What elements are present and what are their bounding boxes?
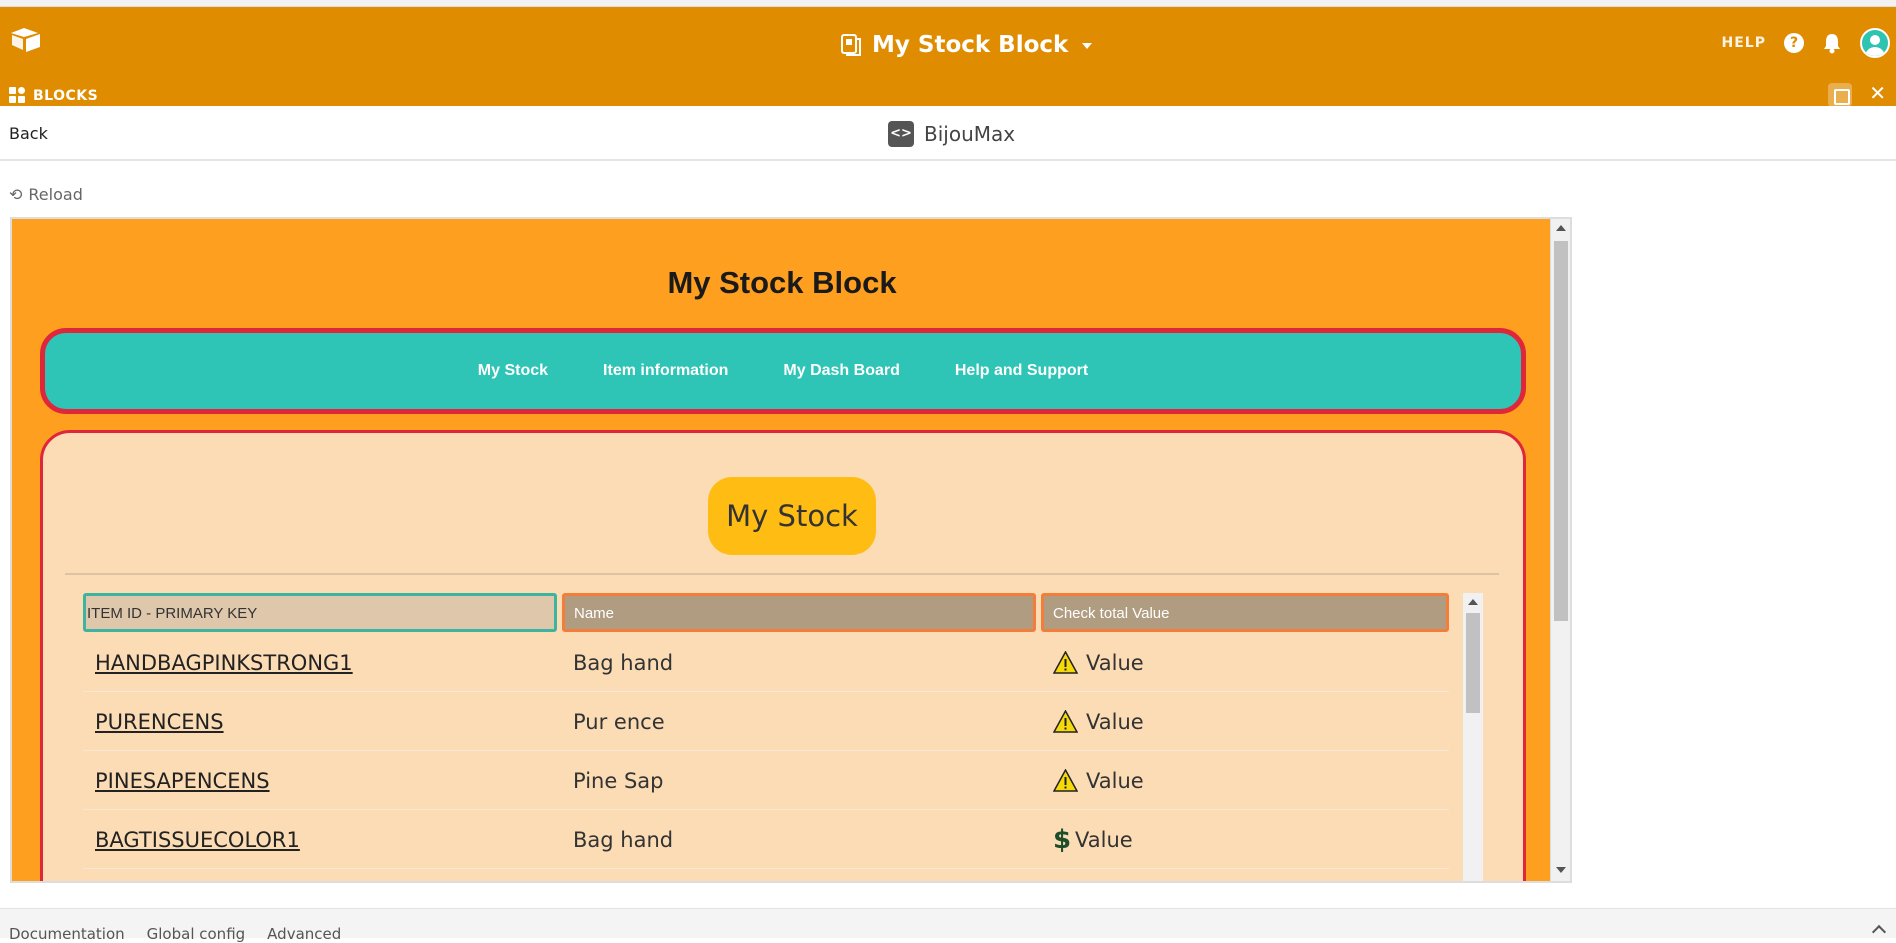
- warning-icon: [1053, 710, 1078, 733]
- block-frame: My Stock Block My Stock Item information…: [10, 217, 1572, 883]
- code-icon: <>: [888, 121, 914, 147]
- back-button[interactable]: Back: [9, 124, 48, 143]
- item-id-cell: BAGTISSUECOLOR1: [95, 810, 555, 869]
- blocks-icon: [9, 86, 27, 105]
- reload-label: Reload: [28, 185, 83, 204]
- nav-my-dash-board[interactable]: My Dash Board: [783, 362, 899, 380]
- footer-links: Documentation Global config Advanced: [9, 925, 341, 943]
- value-cell: Value: [1053, 692, 1449, 751]
- topbar-tools: HELP ?: [1722, 25, 1896, 61]
- value-cell: $ Value: [1053, 810, 1449, 869]
- item-id-cell: PINESAPENCENS: [95, 751, 555, 810]
- value-text: Value: [1086, 768, 1144, 793]
- section-title: My Stock: [708, 477, 876, 555]
- help-link[interactable]: HELP: [1722, 35, 1766, 51]
- chevron-down-icon: [1082, 43, 1093, 49]
- warning-icon: [1053, 651, 1078, 674]
- block-footer: Documentation Global config Advanced: [0, 908, 1896, 943]
- user-avatar[interactable]: [1860, 28, 1890, 58]
- question-icon[interactable]: ?: [1784, 33, 1804, 53]
- nav-my-stock[interactable]: My Stock: [478, 362, 548, 380]
- base-title: My Stock Block: [872, 32, 1069, 58]
- item-id-cell: HANDBAGPINKSTRONG1: [95, 633, 555, 692]
- bell-icon[interactable]: [1822, 32, 1842, 54]
- reload-icon: ⟲: [9, 185, 23, 204]
- nav-item-information[interactable]: Item information: [603, 362, 728, 380]
- app-title: My Stock Block: [667, 265, 897, 300]
- value-text: Value: [1086, 650, 1144, 675]
- base-title-dropdown[interactable]: My Stock Block: [840, 29, 1093, 61]
- column-header-name[interactable]: Name: [562, 593, 1036, 632]
- column-header-check-total-value[interactable]: Check total Value: [1041, 593, 1449, 632]
- name-cell: Pine Sap: [573, 768, 664, 793]
- divider: [65, 573, 1499, 575]
- name-cell: Bag hand: [573, 827, 674, 852]
- app-topbar: My Stock Block HELP ? BLOCKS ✕: [0, 7, 1896, 107]
- block-subheader: Back <> BijouMax: [0, 106, 1896, 161]
- value-cell: Value: [1053, 633, 1449, 692]
- table-body: HANDBAGPINKSTRONG1 Bag hand Value PURENC…: [83, 633, 1449, 869]
- item-id-link[interactable]: BAGTISSUECOLOR1: [95, 828, 300, 852]
- value-cell: Value: [1053, 751, 1449, 810]
- column-header-item-id[interactable]: ITEM ID - PRIMARY KEY: [83, 593, 557, 632]
- chevron-up-icon[interactable]: [1871, 924, 1887, 940]
- dollar-icon: $: [1053, 824, 1072, 855]
- fullscreen-icon[interactable]: [1828, 83, 1852, 107]
- table-row: PURENCENS Pur ence Value: [83, 692, 1449, 751]
- block-name: BijouMax: [924, 122, 1016, 146]
- close-icon[interactable]: ✕: [1869, 81, 1886, 105]
- base-icon: [841, 34, 861, 56]
- table-scrollbar[interactable]: [1463, 593, 1483, 881]
- nav-help-and-support[interactable]: Help and Support: [955, 362, 1088, 380]
- item-id-link[interactable]: PURENCENS: [95, 710, 224, 734]
- blocks-label: BLOCKS: [33, 87, 99, 104]
- stock-table: ITEM ID - PRIMARY KEY Name Check total V…: [83, 593, 1497, 881]
- value-text: Value: [1086, 709, 1144, 734]
- app-navbar: My Stock Item information My Dash Board …: [40, 328, 1526, 414]
- item-id-cell: PURENCENS: [95, 692, 555, 751]
- footer-link-documentation[interactable]: Documentation: [9, 925, 125, 943]
- table-header: ITEM ID - PRIMARY KEY Name Check total V…: [83, 593, 1463, 632]
- block-name-group: <> BijouMax: [888, 121, 1015, 147]
- table-row: PINESAPENCENS Pine Sap Value: [83, 751, 1449, 810]
- footer-link-advanced[interactable]: Advanced: [267, 925, 341, 943]
- value-text: Value: [1075, 827, 1133, 852]
- footer-link-global-config[interactable]: Global config: [147, 925, 246, 943]
- airtable-logo-icon[interactable]: [10, 27, 42, 53]
- browser-top-strip: [0, 0, 1896, 7]
- reload-button[interactable]: ⟲ Reload: [9, 185, 83, 204]
- item-id-link[interactable]: PINESAPENCENS: [95, 769, 270, 793]
- frame-scrollbar[interactable]: [1550, 219, 1570, 881]
- blocks-toggle[interactable]: BLOCKS: [9, 86, 99, 105]
- content-panel: My Stock ITEM ID - PRIMARY KEY Name Chec…: [40, 430, 1526, 881]
- warning-icon: [1053, 769, 1078, 792]
- name-cell: Pur ence: [573, 709, 665, 734]
- item-id-link[interactable]: HANDBAGPINKSTRONG1: [95, 651, 353, 675]
- table-row: HANDBAGPINKSTRONG1 Bag hand Value: [83, 633, 1449, 692]
- name-cell: Bag hand: [573, 650, 674, 675]
- table-row: BAGTISSUECOLOR1 Bag hand $ Value: [83, 810, 1449, 869]
